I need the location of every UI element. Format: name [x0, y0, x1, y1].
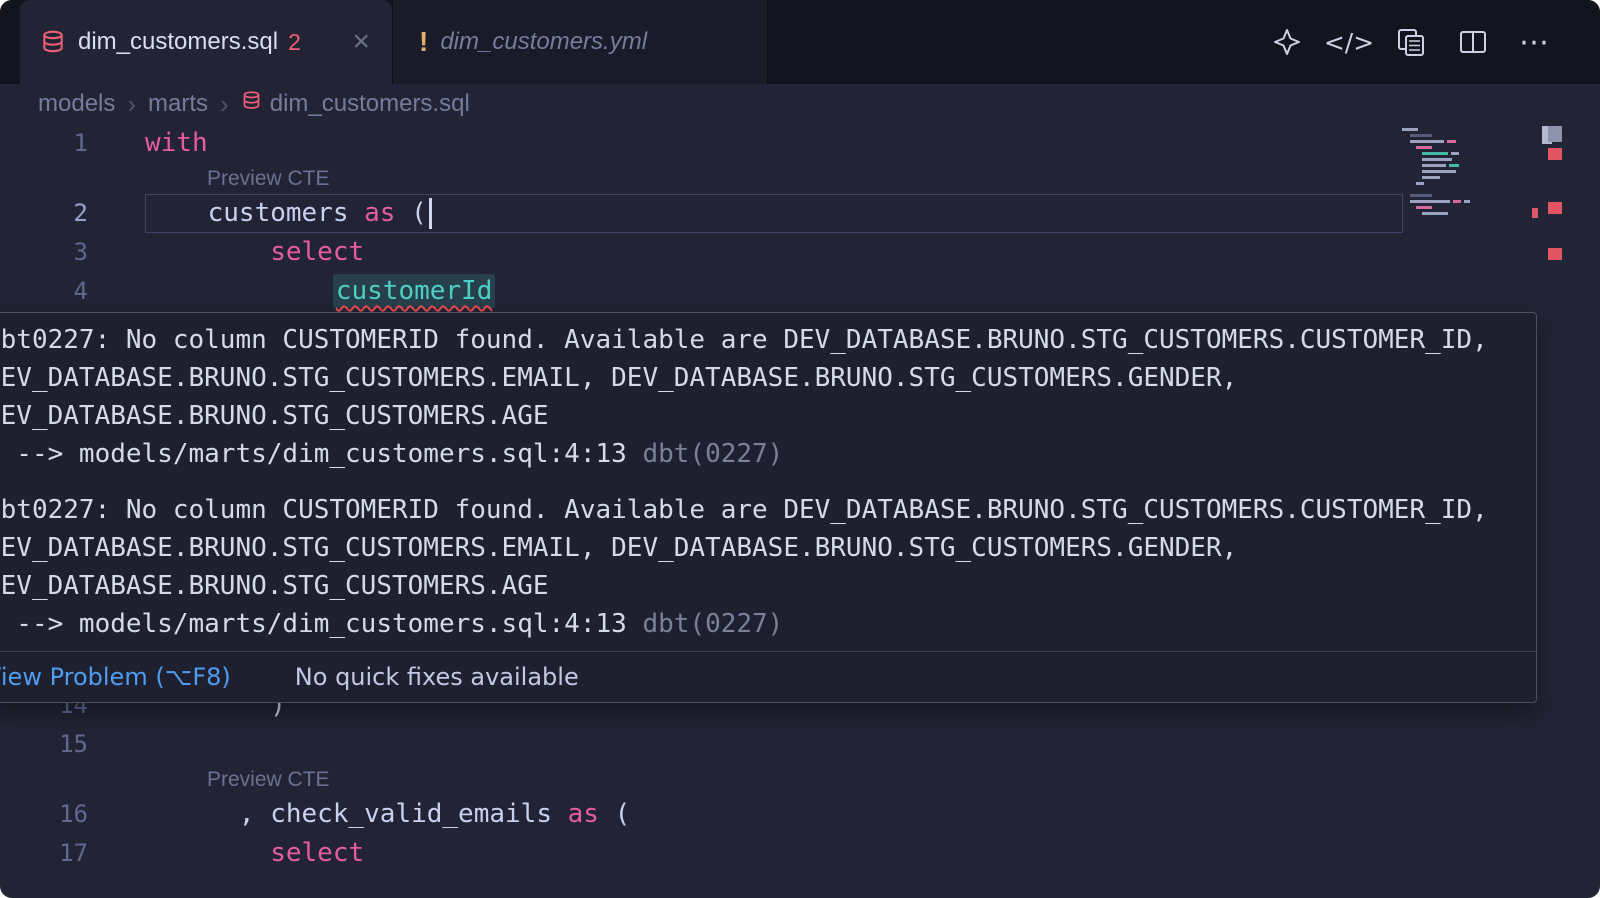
ruler-error-mark [1548, 148, 1562, 160]
database-icon [241, 90, 262, 118]
breadcrumb-file-label: dim_customers.sql [270, 90, 470, 118]
tab-label: dim_customers.yml [440, 28, 647, 56]
diagnostic-location: --> models/marts/dim_customers.sql:4:13 … [0, 605, 1536, 643]
line-number: 2 [0, 194, 88, 233]
breadcrumb: models › marts › dim_customers.sql [0, 84, 1600, 124]
error-token-customerid: customerId [333, 274, 496, 308]
breadcrumb-item-marts[interactable]: marts [148, 90, 208, 118]
code-lens-row: Preview CTE [0, 764, 1600, 795]
error-hover-popup: dbt0227: No column CUSTOMERID found. Ava… [0, 312, 1537, 703]
line-number: 16 [0, 795, 88, 834]
tab-bar: dim_customers.sql 2 × ! dim_customers.ym… [0, 0, 1600, 84]
minimap[interactable] [1402, 128, 1538, 218]
diagnostic-source: dbt(0227) [642, 609, 783, 639]
text-cursor [429, 198, 432, 229]
code-line-4: 4 customerId [0, 272, 1600, 311]
code-line-content[interactable]: customers as ( [145, 194, 1600, 233]
code-line-17: 17 select [0, 834, 1600, 873]
view-problem-link[interactable]: View Problem (⌥F8) [0, 663, 231, 691]
editor-actions: </> ⋯ [1270, 0, 1552, 84]
breadcrumb-chevron-icon: › [220, 89, 229, 120]
breadcrumb-chevron-icon: › [127, 89, 136, 120]
code-line-content[interactable]: with [145, 124, 1600, 163]
more-actions-icon[interactable]: ⋯ [1518, 25, 1552, 59]
diagnostic-text: DEV_DATABASE.BRUNO.STG_CUSTOMERS.AGE [0, 567, 1536, 605]
diagnostic-text: dbt0227: No column CUSTOMERID found. Ava… [0, 321, 1536, 359]
code-lens-row: Preview CTE [0, 163, 1600, 194]
dbt-star-icon[interactable] [1270, 25, 1304, 59]
diagnostic-message: dbt0227: No column CUSTOMERID found. Ava… [0, 491, 1536, 643]
breadcrumb-item-models[interactable]: models [38, 90, 115, 118]
ruler-error-mark [1548, 248, 1562, 260]
code-line-16: 16 , check_valid_emails as ( [0, 795, 1600, 834]
line-number: 3 [0, 233, 88, 272]
database-icon [40, 29, 66, 55]
line-number: 17 [0, 834, 88, 873]
breadcrumb-item-file[interactable]: dim_customers.sql [241, 90, 470, 118]
tab-dim-customers-sql[interactable]: dim_customers.sql 2 × [20, 0, 392, 84]
diagnostic-text: DEV_DATABASE.BRUNO.STG_CUSTOMERS.AGE [0, 397, 1536, 435]
minimap-error-marker [1532, 208, 1538, 218]
code-line-1: 1 with [0, 124, 1600, 163]
hover-status-bar: View Problem (⌥F8) No quick fixes availa… [0, 651, 1536, 701]
code-line-2: 2 customers as ( [0, 194, 1600, 233]
diagnostic-messages: dbt0227: No column CUSTOMERID found. Ava… [0, 313, 1536, 643]
line-number: 15 [0, 725, 88, 764]
diagnostic-text: dbt0227: No column CUSTOMERID found. Ava… [0, 491, 1536, 529]
diagnostic-message: dbt0227: No column CUSTOMERID found. Ava… [0, 321, 1536, 473]
code-lens-preview-cte[interactable]: Preview CTE [207, 768, 330, 791]
line-number: 1 [0, 124, 88, 163]
code-line-content[interactable]: , check_valid_emails as ( [145, 795, 1600, 834]
vscode-window: dim_customers.sql 2 × ! dim_customers.ym… [0, 0, 1600, 898]
warning-icon: ! [419, 26, 428, 58]
tab-dim-customers-yml[interactable]: ! dim_customers.yml [392, 0, 768, 84]
code-line-content[interactable]: select [145, 233, 1600, 272]
code-line-3: 3 select [0, 233, 1600, 272]
copy-icon[interactable] [1394, 25, 1428, 59]
ruler-error-mark [1548, 202, 1562, 214]
diagnostic-text: DEV_DATABASE.BRUNO.STG_CUSTOMERS.EMAIL, … [0, 359, 1536, 397]
tab-badge: 2 [288, 29, 301, 56]
diagnostic-text: DEV_DATABASE.BRUNO.STG_CUSTOMERS.EMAIL, … [0, 529, 1536, 567]
diagnostic-location: --> models/marts/dim_customers.sql:4:13 … [0, 435, 1536, 473]
ruler-mark [1548, 126, 1562, 142]
code-lens-preview-cte[interactable]: Preview CTE [207, 167, 330, 190]
line-number: 4 [0, 272, 88, 311]
code-brackets-icon[interactable]: </> [1332, 25, 1366, 59]
close-icon[interactable]: × [352, 27, 370, 57]
code-line-content[interactable]: select [145, 834, 1600, 873]
split-editor-icon[interactable] [1456, 25, 1490, 59]
overview-ruler-scrollbar[interactable] [1548, 124, 1562, 894]
tab-label: dim_customers.sql [78, 28, 278, 56]
no-quick-fixes-label: No quick fixes available [295, 663, 579, 691]
code-line-15: 15 [0, 725, 1600, 764]
diagnostic-source: dbt(0227) [642, 439, 783, 469]
code-line-content[interactable]: customerId [145, 272, 1600, 311]
